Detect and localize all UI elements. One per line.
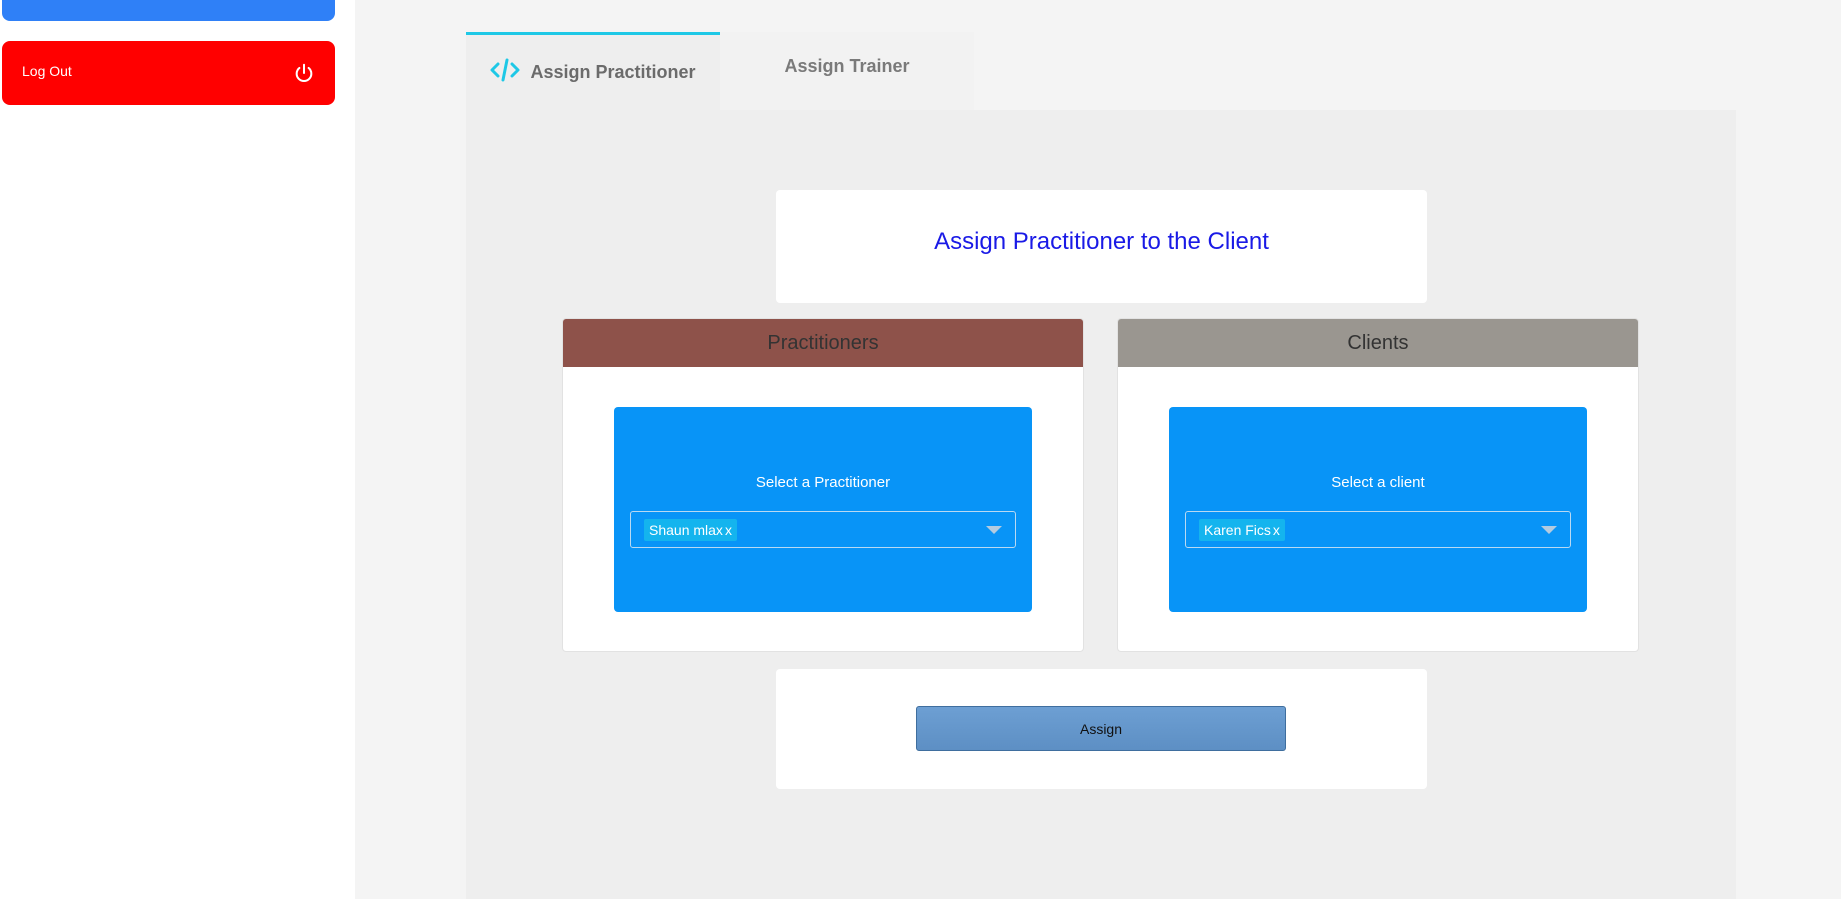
logout-button[interactable]: Log Out bbox=[2, 41, 335, 105]
client-select-label: Select a client bbox=[1331, 474, 1425, 491]
chip-value: Karen Fics bbox=[1204, 521, 1271, 538]
sidebar-nav-button[interactable] bbox=[2, 0, 335, 21]
practitioner-select-label: Select a Practitioner bbox=[755, 474, 891, 491]
main-area: Assign Practitioner Assign Trainer Assig… bbox=[355, 0, 1841, 899]
tab-bar: Assign Practitioner Assign Trainer bbox=[466, 32, 974, 110]
client-select-box: Select a client Karen Fics x bbox=[1169, 407, 1587, 612]
tab-label: Assign Practitioner bbox=[530, 62, 696, 82]
remove-chip-button[interactable]: x bbox=[725, 522, 732, 538]
practitioners-header: Practitioners bbox=[563, 319, 1083, 367]
chevron-down-icon[interactable] bbox=[1541, 526, 1557, 534]
tab-assign-trainer[interactable]: Assign Trainer bbox=[720, 32, 974, 110]
code-icon bbox=[490, 58, 530, 87]
tab-assign-practitioner[interactable]: Assign Practitioner bbox=[466, 32, 720, 110]
clients-header: Clients bbox=[1118, 319, 1638, 367]
page-title: Assign Practitioner to the Client bbox=[934, 227, 1269, 255]
chip-value: Shaun mlax bbox=[649, 521, 723, 538]
practitioners-card: Practitioners Select a Practitioner Shau… bbox=[562, 318, 1084, 652]
logout-label: Log Out bbox=[22, 63, 72, 79]
clients-card: Clients Select a client Karen Fics x bbox=[1117, 318, 1639, 652]
remove-chip-button[interactable]: x bbox=[1273, 522, 1280, 538]
client-select[interactable]: Karen Fics x bbox=[1185, 511, 1571, 548]
selected-client-chip: Karen Fics x bbox=[1199, 518, 1285, 541]
practitioner-select-box: Select a Practitioner Shaun mlax x bbox=[614, 407, 1032, 612]
assign-card: Assign bbox=[776, 669, 1427, 789]
power-icon bbox=[293, 58, 315, 89]
practitioner-select[interactable]: Shaun mlax x bbox=[630, 511, 1016, 548]
assign-button[interactable]: Assign bbox=[916, 706, 1286, 751]
tab-label: Assign Trainer bbox=[784, 55, 910, 76]
selected-practitioner-chip: Shaun mlax x bbox=[644, 518, 737, 541]
sidebar: Log Out bbox=[0, 0, 355, 899]
title-card: Assign Practitioner to the Client bbox=[776, 190, 1427, 303]
tab-panel: Assign Practitioner to the Client Practi… bbox=[466, 110, 1736, 899]
chevron-down-icon[interactable] bbox=[986, 526, 1002, 534]
